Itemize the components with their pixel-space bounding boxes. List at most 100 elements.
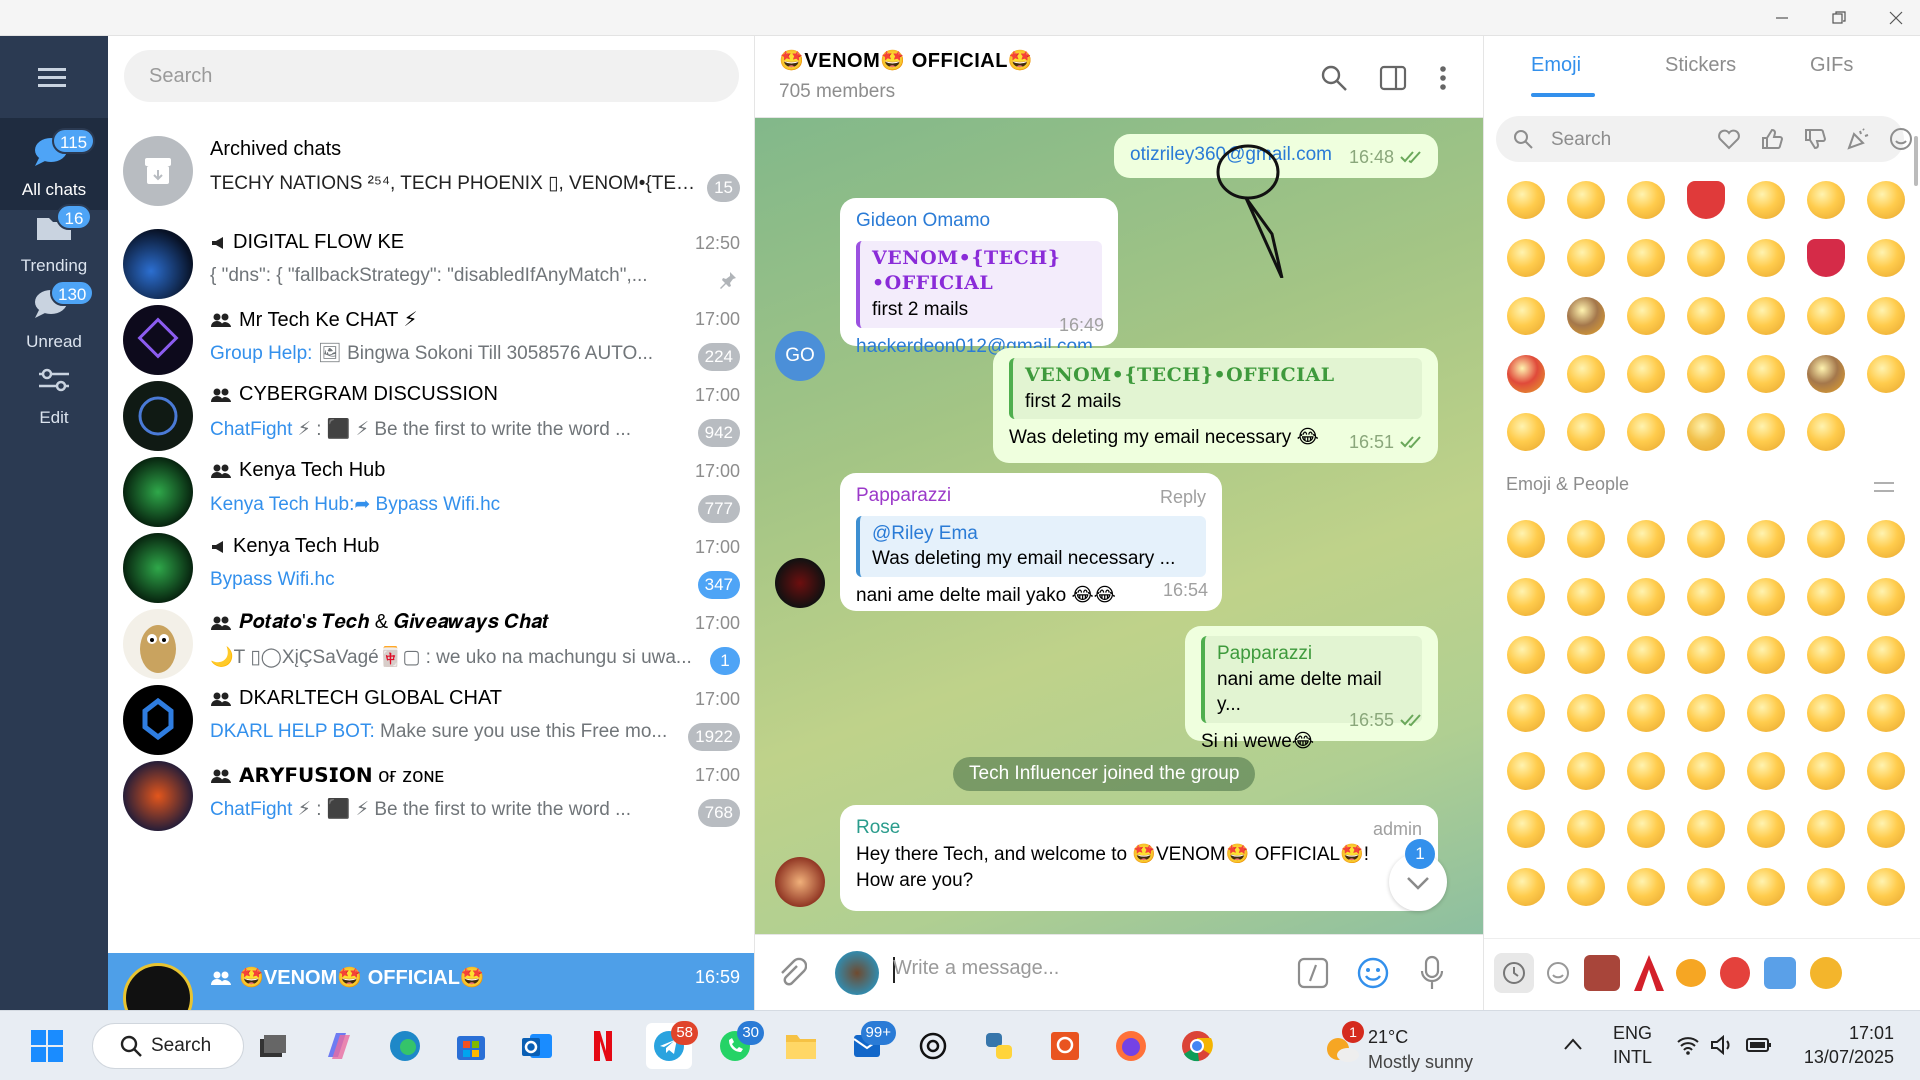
sticker-pack-icon[interactable] <box>1676 959 1706 987</box>
edge-icon[interactable] <box>382 1023 428 1069</box>
reply-quote[interactable]: @Riley Ema Was deleting my email necessar… <box>856 515 1206 577</box>
copilot-icon[interactable] <box>316 1023 362 1069</box>
emoji-button[interactable] <box>1616 568 1676 626</box>
message-incoming[interactable]: Rose admin Hey there Tech, and welcome t… <box>840 805 1438 911</box>
emoji-button[interactable] <box>1616 684 1676 742</box>
outlook-icon[interactable] <box>514 1023 560 1069</box>
battery-icon[interactable] <box>1746 1037 1772 1053</box>
tab-gifs[interactable]: GIFs <box>1810 54 1853 77</box>
emoji-button[interactable] <box>1856 345 1916 403</box>
chatgpt-icon[interactable] <box>910 1023 956 1069</box>
reply-button[interactable]: Reply <box>1160 485 1206 510</box>
emoji-button[interactable] <box>1796 403 1856 461</box>
paperclip-icon[interactable] <box>775 957 807 989</box>
emoji-button[interactable] <box>1856 858 1916 916</box>
emoji-button[interactable] <box>1616 287 1676 345</box>
emoji-button[interactable] <box>1496 684 1556 742</box>
emoji-button[interactable] <box>1796 684 1856 742</box>
emoji-button[interactable] <box>1736 742 1796 800</box>
emoji-icon[interactable] <box>1357 957 1389 989</box>
message-incoming[interactable]: Papparazzi Reply @Riley Ema Was deleting … <box>840 473 1222 611</box>
emoji-button[interactable] <box>1676 510 1736 568</box>
emoji-button[interactable] <box>1796 171 1856 229</box>
message-outgoing[interactable]: Papparazzi nani ame delte mail y... Si ni… <box>1185 626 1438 752</box>
firefox-icon[interactable] <box>1108 1023 1154 1069</box>
emoji-button[interactable] <box>1856 287 1916 345</box>
sticker-pack-icon[interactable] <box>1856 957 1888 989</box>
emoji-button[interactable] <box>1796 800 1856 858</box>
emoji-button[interactable] <box>1496 345 1556 403</box>
chat-row-active[interactable]: 🤩VENOM🤩 OFFICIAL🤩 16:59 <box>108 953 754 1010</box>
emoji-button[interactable] <box>1736 510 1796 568</box>
emoji-button[interactable] <box>1676 229 1736 287</box>
emoji-button[interactable] <box>1496 510 1556 568</box>
emoji-button[interactable] <box>1616 742 1676 800</box>
emoji-button[interactable] <box>1556 800 1616 858</box>
emoji-button[interactable] <box>1676 742 1736 800</box>
chrome-icon[interactable] <box>1174 1023 1220 1069</box>
emoji-button[interactable] <box>1556 510 1616 568</box>
emoji-button[interactable] <box>1796 742 1856 800</box>
start-button[interactable] <box>24 1023 70 1069</box>
emoji-button[interactable] <box>1496 858 1556 916</box>
python-icon[interactable] <box>976 1023 1022 1069</box>
smile-category-icon[interactable] <box>1889 127 1913 151</box>
emoji-button[interactable] <box>1736 229 1796 287</box>
emoji-button[interactable] <box>1856 510 1916 568</box>
emoji-button[interactable] <box>1556 684 1616 742</box>
emoji-button[interactable] <box>1796 229 1856 287</box>
clock-time[interactable]: 17:01 <box>1834 1023 1894 1044</box>
emoji-button[interactable] <box>1496 403 1556 461</box>
emoji-button[interactable] <box>1856 626 1916 684</box>
emoji-button[interactable] <box>1796 568 1856 626</box>
minimize-button[interactable] <box>1759 0 1805 36</box>
heart-category-icon[interactable] <box>1717 128 1741 150</box>
close-button[interactable] <box>1873 0 1919 36</box>
scrollbar[interactable] <box>1914 136 1918 186</box>
restore-button[interactable] <box>1816 0 1862 36</box>
taskbar-search[interactable]: Search <box>92 1023 244 1069</box>
chat-header[interactable]: 🤩VENOM🤩 OFFICIAL🤩 705 members <box>755 36 1483 118</box>
emoji-button[interactable] <box>1556 229 1616 287</box>
section-settings-icon[interactable] <box>1872 476 1896 498</box>
emoji-button[interactable] <box>1616 345 1676 403</box>
emoji-button[interactable] <box>1676 858 1736 916</box>
emoji-button[interactable] <box>1496 171 1556 229</box>
avatar[interactable] <box>775 857 825 907</box>
emoji-button[interactable] <box>1616 626 1676 684</box>
clock-date[interactable]: 13/07/2025 <box>1790 1047 1894 1068</box>
volume-icon[interactable] <box>1710 1035 1734 1055</box>
sticker-pack-icon[interactable] <box>1720 957 1750 989</box>
emoji-button[interactable] <box>1736 858 1796 916</box>
emoji-button[interactable] <box>1676 345 1736 403</box>
chat-search-input[interactable]: Search <box>124 50 739 102</box>
input-layout[interactable]: INTL <box>1613 1047 1652 1068</box>
message-outgoing[interactable]: VENOM•{TECH}•OFFICIAL first 2 mails Was d… <box>993 348 1438 463</box>
party-category-icon[interactable] <box>1846 127 1870 151</box>
sidebar-toggle-icon[interactable] <box>1379 64 1407 92</box>
tab-stickers[interactable]: Stickers <box>1665 54 1736 77</box>
emoji-button[interactable] <box>1556 403 1616 461</box>
emoji-button[interactable] <box>1616 800 1676 858</box>
emoji-button[interactable] <box>1856 800 1916 858</box>
microphone-icon[interactable] <box>1419 955 1445 991</box>
emoji-button[interactable] <box>1856 171 1916 229</box>
emoji-button[interactable] <box>1496 568 1556 626</box>
netflix-icon[interactable] <box>580 1023 626 1069</box>
emoji-button[interactable] <box>1556 345 1616 403</box>
sticker-pack-icon[interactable] <box>1634 955 1664 991</box>
more-options-icon[interactable] <box>1437 64 1449 92</box>
emoji-button[interactable] <box>1736 403 1796 461</box>
emoji-button[interactable] <box>1496 626 1556 684</box>
wifi-icon[interactable] <box>1676 1035 1700 1055</box>
telegram-icon[interactable]: 58 <box>646 1021 698 1069</box>
hamburger-menu-icon[interactable] <box>38 66 70 90</box>
recent-category-icon[interactable] <box>1494 953 1534 993</box>
emoji-button[interactable] <box>1496 742 1556 800</box>
emoji-button[interactable] <box>1856 229 1916 287</box>
ubuntu-icon[interactable] <box>1042 1023 1088 1069</box>
thumbs-up-category-icon[interactable] <box>1760 127 1784 151</box>
emoji-button[interactable] <box>1736 626 1796 684</box>
search-icon[interactable] <box>1320 64 1348 92</box>
tab-emoji[interactable]: Emoji <box>1531 54 1581 77</box>
